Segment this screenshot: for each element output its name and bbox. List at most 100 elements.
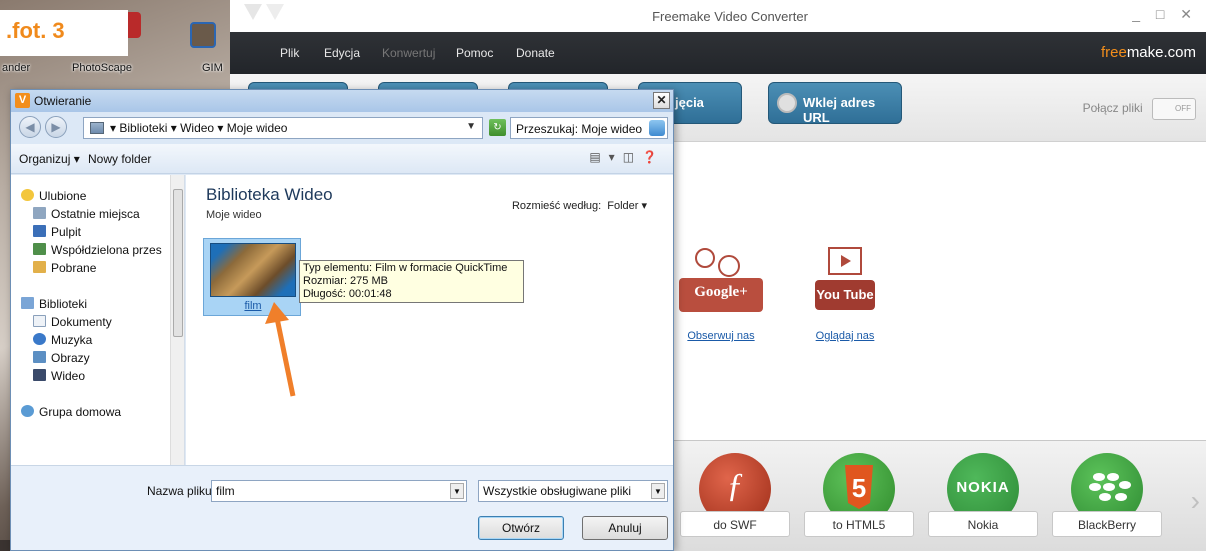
nav-shared[interactable]: Współdzielona przes xyxy=(33,243,162,257)
nav-recent-places[interactable]: Ostatnie miejsca xyxy=(33,207,140,221)
merge-files-label: Połącz pliki xyxy=(1082,101,1143,116)
nav-libraries[interactable]: Biblioteki xyxy=(21,297,87,311)
nav-downloads[interactable]: Pobrane xyxy=(33,261,96,275)
preset-nokia[interactable]: NOKIA Nokia xyxy=(928,453,1038,537)
menu-donate[interactable]: Donate xyxy=(516,46,555,60)
preset-blackberry[interactable]: BlackBerry xyxy=(1052,453,1162,537)
merge-toggle[interactable]: OFF xyxy=(1152,98,1196,120)
annotation-label: .fot. 3 xyxy=(0,10,128,56)
nav-scrollbar-thumb[interactable] xyxy=(173,189,183,337)
menu-bar: Plik Edycja Konwertuj Pomoc Donate freem… xyxy=(230,32,1206,74)
menu-edycja[interactable]: Edycja xyxy=(324,46,360,60)
libraries-icon xyxy=(21,297,34,309)
dialog-title: Otwieranie xyxy=(34,94,92,108)
chevron-down-icon[interactable]: ▼ xyxy=(466,121,476,132)
nav-videos[interactable]: Wideo xyxy=(33,369,85,383)
filetype-value: Wszystkie obsługiwane pliki xyxy=(483,484,632,498)
nav-favorites[interactable]: Ulubione xyxy=(21,189,86,203)
open-file-dialog: V Otwieranie ✕ ◀ ▶ ▾ Biblioteki ▾ Wideo … xyxy=(10,89,674,551)
navigation-pane: Ulubione Ostatnie miejsca Pulpit Współdz… xyxy=(11,175,185,465)
arrange-by: Rozmieść według: Folder ▾ xyxy=(511,200,647,212)
chevron-right-icon[interactable]: › xyxy=(1191,485,1200,517)
homegroup-icon xyxy=(21,405,34,417)
search-placeholder: Przeszukaj: Moje wideo xyxy=(516,122,643,136)
forward-arrow-icon[interactable]: ▶ xyxy=(45,116,67,138)
library-subtitle: Moje wideo xyxy=(206,209,262,221)
gimp-icon[interactable] xyxy=(190,22,216,48)
address-bar-row: ◀ ▶ ▾ Biblioteki ▾ Wideo ▾ Moje wideo ▼ … xyxy=(11,112,673,144)
tooltip-size: Rozmiar: 275 MB xyxy=(303,275,388,287)
youtube-icon[interactable]: You Tube xyxy=(799,242,891,326)
dialog-titlebar: V Otwieranie ✕ xyxy=(11,90,673,112)
nav-desktop[interactable]: Pulpit xyxy=(33,225,81,239)
library-icon xyxy=(90,122,104,134)
search-icon[interactable] xyxy=(649,120,665,136)
pictures-icon xyxy=(33,351,46,363)
videos-icon xyxy=(33,369,46,381)
downloads-icon xyxy=(33,261,46,273)
view-dropdown-icon[interactable]: ▾ xyxy=(609,150,623,164)
help-icon[interactable]: ❓ xyxy=(642,150,665,164)
window-controls[interactable]: _ □ ✕ xyxy=(1132,6,1198,23)
chevron-down-icon[interactable]: ▼ xyxy=(651,483,665,499)
nav-scrollbar[interactable] xyxy=(170,175,184,465)
watch-us-link[interactable]: Oglądaj nas xyxy=(790,330,900,342)
filetype-select[interactable]: Wszystkie obsługiwane pliki ▼ xyxy=(478,480,668,502)
shared-folder-icon xyxy=(33,243,46,255)
organize-button[interactable]: Organizuj ▾ xyxy=(19,152,80,166)
menu-konwertuj[interactable]: Konwertuj xyxy=(382,46,435,60)
nav-documents[interactable]: Dokumenty xyxy=(33,315,112,329)
filename-value: film xyxy=(216,484,235,498)
star-icon xyxy=(21,189,34,201)
search-input[interactable]: Przeszukaj: Moje wideo xyxy=(510,117,668,139)
nav-homegroup[interactable]: Grupa domowa xyxy=(21,405,121,419)
change-view-icon[interactable]: ▤ xyxy=(589,150,608,164)
freemake-logo-icon xyxy=(244,4,284,20)
preview-pane-icon[interactable]: ◫ xyxy=(623,150,642,164)
app-title: Freemake Video Converter xyxy=(652,9,808,24)
nav-pictures[interactable]: Obrazy xyxy=(33,351,90,365)
desktop-icon-label[interactable]: PhotoScape xyxy=(72,62,132,74)
brand-link[interactable]: freemake.com xyxy=(1101,44,1196,61)
googleplus-icon[interactable]: Google+ xyxy=(675,242,767,326)
open-button[interactable]: Otwórz xyxy=(478,516,564,540)
social-googleplus: Google+ Obserwuj nas xyxy=(666,242,776,342)
paste-url-button[interactable]: Wklej adres URL xyxy=(768,82,902,125)
address-bar[interactable]: ▾ Biblioteki ▾ Wideo ▾ Moje wideo ▼ xyxy=(83,117,483,139)
preset-nokia-label: Nokia xyxy=(928,511,1038,537)
view-options: ▤▾◫❓ xyxy=(589,150,665,164)
dialog-footer: Nazwa pliku: film ▼ Wszystkie obsługiwan… xyxy=(11,465,673,550)
preset-swf[interactable]: ƒ do SWF xyxy=(680,453,790,537)
preset-blackberry-label: BlackBerry xyxy=(1052,511,1162,537)
video-thumbnail xyxy=(210,243,296,297)
tooltip-duration: Długość: 00:01:48 xyxy=(303,288,392,300)
follow-us-link[interactable]: Obserwuj nas xyxy=(666,330,776,342)
new-folder-button[interactable]: Nowy folder xyxy=(88,152,151,166)
globe-icon xyxy=(777,93,797,113)
file-view: Biblioteka Wideo Moje wideo Rozmieść wed… xyxy=(186,175,673,465)
music-icon xyxy=(33,333,46,345)
chevron-down-icon[interactable]: ▼ xyxy=(450,483,464,499)
file-tooltip: Typ elementu: Film w formacie QuickTime … xyxy=(299,260,524,303)
freemake-app-icon: V xyxy=(15,93,30,108)
close-button[interactable]: ✕ xyxy=(653,92,670,109)
recent-places-icon xyxy=(33,207,46,219)
cancel-button[interactable]: Anuluj xyxy=(582,516,668,540)
arrange-by-dropdown[interactable]: Folder ▾ xyxy=(607,200,647,212)
preset-html5[interactable]: 5 to HTML5 xyxy=(804,453,914,537)
filename-label: Nazwa pliku: xyxy=(147,484,216,498)
menu-plik[interactable]: Plik xyxy=(280,46,299,60)
breadcrumb[interactable]: ▾ Biblioteki ▾ Wideo ▾ Moje wideo xyxy=(110,121,287,135)
back-arrow-icon[interactable]: ◀ xyxy=(19,116,41,138)
desktop-icon xyxy=(33,225,46,237)
nav-music[interactable]: Muzyka xyxy=(33,333,92,347)
desktop-icon-label[interactable]: ander xyxy=(2,62,30,74)
menu-pomoc[interactable]: Pomoc xyxy=(456,46,493,60)
preset-swf-label: do SWF xyxy=(680,511,790,537)
documents-icon xyxy=(33,315,46,327)
desktop-icon-label[interactable]: GIM xyxy=(202,62,223,74)
filename-input[interactable]: film ▼ xyxy=(211,480,467,502)
refresh-icon[interactable]: ↻ xyxy=(489,119,506,136)
social-youtube: You Tube Oglądaj nas xyxy=(790,242,900,342)
merge-files: Połącz pliki OFF xyxy=(1083,98,1196,120)
